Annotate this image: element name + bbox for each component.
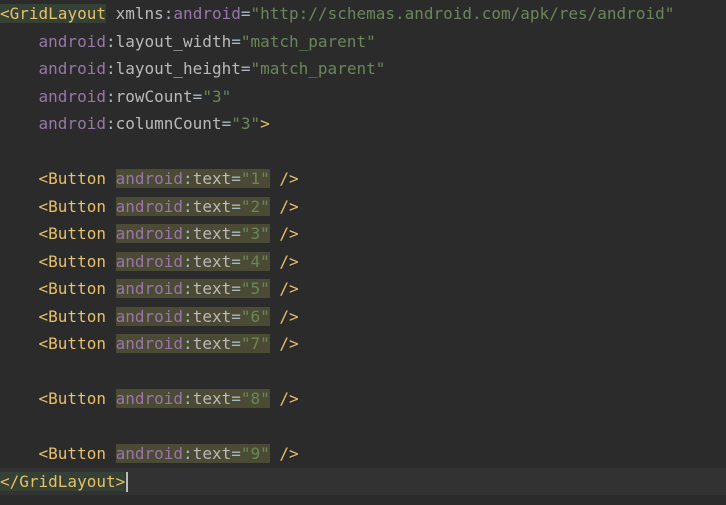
code-line-18-current: </GridLayout> <box>0 467 726 495</box>
ns-android: android <box>38 114 106 133</box>
attr-xmlns: xmlns <box>115 4 164 23</box>
attr-rowcount: rowCount <box>115 86 193 106</box>
attr-layout-height: layout_height <box>115 59 241 78</box>
code-line-15: <Button android:text="8" /> <box>0 385 726 413</box>
tag-button: <Button <box>38 306 106 326</box>
code-line-3: android:layout_height="match_parent" <box>38 59 386 78</box>
tag-self-close: /> <box>279 389 299 408</box>
highlighted-attribute: android:text="8" <box>115 389 270 408</box>
text-caret <box>126 472 129 492</box>
highlighted-attribute: android:text="2" <box>115 196 270 216</box>
tag-self-close: /> <box>279 334 299 353</box>
attr-columncount: columnCount <box>115 114 222 133</box>
attr-layout-width: layout_width <box>115 31 232 51</box>
highlighted-attribute: android:text="5" <box>115 279 270 298</box>
tag-button: <Button <box>38 279 106 298</box>
highlighted-attribute: android:text="7" <box>115 334 270 353</box>
ns-android: android <box>38 59 106 78</box>
code-line-9: <Button android:text="3" /> <box>0 220 726 248</box>
tag-button: <Button <box>38 389 106 408</box>
code-line-2: android:layout_width="match_parent" <box>38 31 376 51</box>
tag-button: <Button <box>38 251 106 271</box>
code-line-13: <Button android:text="7" /> <box>0 330 726 358</box>
highlighted-attribute: android:text="4" <box>115 251 270 271</box>
tag-self-close: /> <box>279 444 299 463</box>
ns-android: android <box>38 31 106 51</box>
code-editor[interactable]: <GridLayout xmlns:android="http://schema… <box>0 0 726 505</box>
code-line-1: <GridLayout xmlns:android="http://schema… <box>0 4 675 23</box>
tag-self-close: /> <box>279 224 299 243</box>
tag-self-close: /> <box>279 279 299 298</box>
code-line-12: <Button android:text="6" /> <box>0 303 726 331</box>
tag-button: <Button <box>38 196 106 216</box>
highlighted-attribute: android:text="6" <box>115 306 270 326</box>
tag-button: <Button <box>38 169 106 188</box>
ns-android: android <box>173 4 241 23</box>
attr-value: "match_parent" <box>240 31 376 51</box>
code-line-10: <Button android:text="4" /> <box>0 248 726 276</box>
tag-self-close: /> <box>279 196 299 216</box>
code-line-4: android:rowCount="3" <box>38 86 232 106</box>
highlighted-attribute: android:text="9" <box>115 444 270 463</box>
ns-android: android <box>38 86 106 106</box>
tag-self-close: /> <box>279 169 299 188</box>
tag-close-gridlayout: </GridLayout> <box>0 471 126 491</box>
tag-close-bracket: > <box>260 114 270 133</box>
code-line-17: <Button android:text="9" /> <box>0 440 726 468</box>
highlighted-attribute: android:text="1" <box>115 169 270 188</box>
attr-value: "match_parent" <box>250 59 386 78</box>
attr-value: "3" <box>202 86 232 106</box>
code-line-5: android:columnCount="3"> <box>38 114 270 133</box>
tag-self-close: /> <box>279 251 299 271</box>
code-line-7: <Button android:text="1" /> <box>0 165 726 193</box>
tag-button: <Button <box>38 224 106 243</box>
xmlns-value: "http://schemas.android.com/apk/res/andr… <box>250 4 675 23</box>
highlighted-attribute: android:text="3" <box>115 224 270 243</box>
code-line-11: <Button android:text="5" /> <box>0 275 726 303</box>
tag-button: <Button <box>38 334 106 353</box>
code-line-8: <Button android:text="2" /> <box>0 193 726 221</box>
tag-self-close: /> <box>279 306 299 326</box>
tag-open-gridlayout: <GridLayout <box>0 4 106 23</box>
tag-button: <Button <box>38 444 106 463</box>
attr-value: "3" <box>231 114 261 133</box>
